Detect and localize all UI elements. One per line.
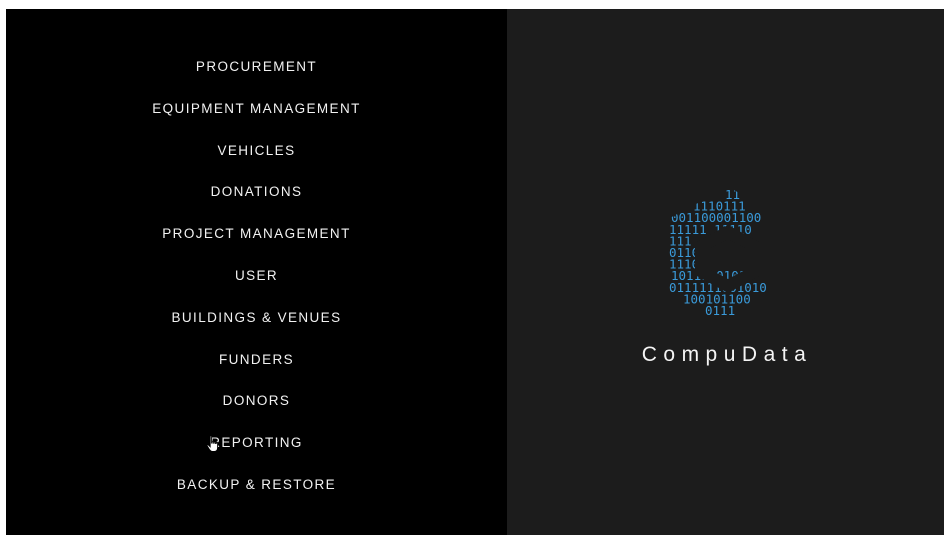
menu-item-project-management[interactable]: PROJECT MANAGEMENT	[6, 222, 507, 264]
menu-item-label: EQUIPMENT MANAGEMENT	[152, 100, 361, 116]
logo-binary-row: 0111	[705, 303, 735, 318]
menu-item-label: PROCUREMENT	[195, 59, 318, 74]
app-window: PROCUREMENT EQUIPMENT MANAGEMENT VEHICLE…	[6, 9, 944, 535]
menu-item-label: PROJECT MANAGEMENT	[162, 226, 351, 242]
menu-item-label: DONORS	[222, 393, 291, 409]
menu-item-label: DONATIONS	[210, 184, 303, 200]
menu-item-equipment-management[interactable]: EQUIPMENT MANAGEMENT	[6, 97, 507, 139]
brand-name: CompuData	[641, 343, 813, 366]
menu-item-donations[interactable]: DONATIONS	[6, 180, 507, 222]
brand-panel: 11 1110111 001100001100 11111 11110 111 0110 1…	[507, 9, 944, 535]
main-menu-panel: PROCUREMENT EQUIPMENT MANAGEMENT VEHICLE…	[6, 9, 507, 535]
hand-pointer-icon	[206, 435, 219, 452]
menu-item-label: VEHICLES	[217, 142, 296, 158]
main-menu: PROCUREMENT EQUIPMENT MANAGEMENT VEHICLE…	[6, 55, 507, 515]
menu-item-label: FUNDERS	[218, 351, 295, 367]
menu-item-vehicles[interactable]: VEHICLES	[6, 139, 507, 181]
menu-item-label: BUILDINGS & VENUES	[171, 309, 342, 325]
menu-item-reporting[interactable]: REPORTING	[6, 431, 507, 473]
menu-item-label: BACKUP & RESTORE	[176, 476, 337, 492]
menu-item-buildings-venues[interactable]: BUILDINGS & VENUES	[6, 306, 507, 348]
menu-item-backup-restore[interactable]: BACKUP & RESTORE	[6, 473, 507, 515]
menu-item-label: REPORTING	[210, 435, 303, 451]
binary-hexagon-c-logo: 11111011100110000110011111 1111011101101…	[669, 187, 767, 318]
menu-item-procurement[interactable]: PROCUREMENT	[6, 55, 507, 97]
menu-item-user[interactable]: USER	[6, 264, 507, 306]
menu-item-donors[interactable]: DONORS	[6, 389, 507, 431]
menu-item-label: USER	[234, 267, 279, 283]
menu-item-funders[interactable]: FUNDERS	[6, 348, 507, 390]
